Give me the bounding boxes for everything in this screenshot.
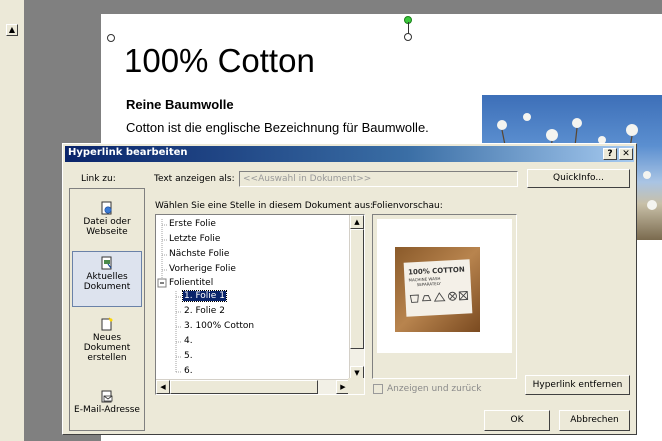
link-create-new-document[interactable]: Neues Dokument erstellen: [72, 317, 142, 363]
tree-item[interactable]: 6.: [184, 366, 193, 376]
scroll-thumb[interactable]: [350, 229, 364, 349]
edit-hyperlink-dialog: Hyperlink bearbeiten ? ✕ Link zu: Text a…: [62, 143, 637, 435]
cancel-button[interactable]: Abbrechen: [559, 410, 630, 431]
care-symbols-icon: [409, 291, 469, 303]
link-email-address[interactable]: E-Mail-Adresse: [72, 389, 142, 415]
slide-preview-label: Folienvorschau:: [372, 201, 443, 211]
tree-horizontal-scrollbar[interactable]: ◀ ▶: [156, 379, 350, 394]
preview-slide-thumbnail: 100% COTTON MACHINE WASH SEPARATELY: [377, 219, 512, 353]
show-and-return-checkbox[interactable]: [373, 384, 383, 394]
tree-item-selected[interactable]: 1. Folie 1: [182, 290, 227, 302]
clothing-label-photo: 100% COTTON MACHINE WASH SEPARATELY: [395, 247, 480, 332]
vertical-scrollbar-area: ▲: [0, 0, 25, 441]
link-item-label: Aktuelles Dokument: [83, 272, 131, 292]
slide-body-text[interactable]: Cotton ist die englische Bezeichnung für…: [126, 120, 429, 135]
display-text-field[interactable]: <<Auswahl in Dokument>>: [239, 171, 518, 187]
close-button[interactable]: ✕: [619, 148, 633, 160]
file-globe-icon: [101, 201, 112, 215]
tree-item[interactable]: 3. 100% Cotton: [184, 321, 254, 331]
link-current-document[interactable]: Aktuelles Dokument: [72, 251, 142, 307]
help-button[interactable]: ?: [603, 148, 617, 160]
selection-handle[interactable]: [107, 34, 115, 42]
document-anchor-icon: [101, 256, 112, 270]
link-item-label: Neues Dokument erstellen: [83, 333, 131, 363]
dialog-title: Hyperlink bearbeiten: [68, 147, 188, 158]
selection-handle[interactable]: [404, 33, 412, 41]
tree-item[interactable]: 4.: [184, 336, 193, 346]
remove-hyperlink-button[interactable]: Hyperlink entfernen: [525, 375, 630, 395]
email-icon: [101, 390, 113, 403]
link-item-label: E-Mail-Adresse: [74, 405, 140, 415]
scroll-up-button[interactable]: ▲: [6, 24, 18, 36]
tree-vertical-scrollbar[interactable]: ▲ ▼: [349, 215, 364, 380]
quickinfo-button[interactable]: QuickInfo...: [527, 169, 630, 188]
slide-subheading[interactable]: Reine Baumwolle: [126, 97, 234, 112]
care-label-text: SEPARATELY: [416, 280, 442, 288]
tree-item[interactable]: Nächste Folie: [169, 249, 229, 259]
scroll-thumb[interactable]: [170, 380, 318, 394]
ok-button[interactable]: OK: [484, 410, 550, 431]
dialog-titlebar[interactable]: Hyperlink bearbeiten ? ✕: [65, 146, 634, 162]
display-text-label: Text anzeigen als:: [154, 174, 235, 184]
link-file-or-webpage[interactable]: Datei oder Webseite: [72, 201, 142, 237]
workspace-top: [25, 0, 662, 14]
scroll-left-button[interactable]: ◀: [156, 380, 170, 394]
new-document-icon: [101, 317, 113, 331]
tree-item[interactable]: Vorherige Folie: [169, 264, 236, 274]
scroll-up-button[interactable]: ▲: [350, 215, 364, 229]
tree-item-slide-titles[interactable]: Folientitel: [169, 278, 213, 288]
link-item-label: Datei oder Webseite: [83, 217, 131, 237]
link-to-label: Link zu:: [81, 174, 116, 184]
care-label: 100% COTTON MACHINE WASH SEPARATELY: [403, 259, 473, 317]
slide-preview: 100% COTTON MACHINE WASH SEPARATELY: [372, 214, 517, 379]
show-and-return-label: Anzeigen und zurück: [387, 384, 482, 394]
tree-item[interactable]: Letzte Folie: [169, 234, 220, 244]
slide-title[interactable]: 100% Cotton: [124, 42, 315, 80]
tree-item[interactable]: 5.: [184, 351, 193, 361]
document-place-tree[interactable]: Erste Folie Letzte Folie Nächste Folie V…: [155, 214, 365, 395]
link-to-bar: Datei oder Webseite Aktuelles Dokument N…: [69, 188, 145, 431]
select-place-label: Wählen Sie eine Stelle in diesem Dokumen…: [155, 201, 374, 211]
care-label-text: 100% COTTON: [407, 265, 465, 277]
scroll-corner: [348, 378, 364, 394]
tree-item[interactable]: Erste Folie: [169, 219, 216, 229]
tree-item[interactable]: 2. Folie 2: [184, 306, 225, 316]
